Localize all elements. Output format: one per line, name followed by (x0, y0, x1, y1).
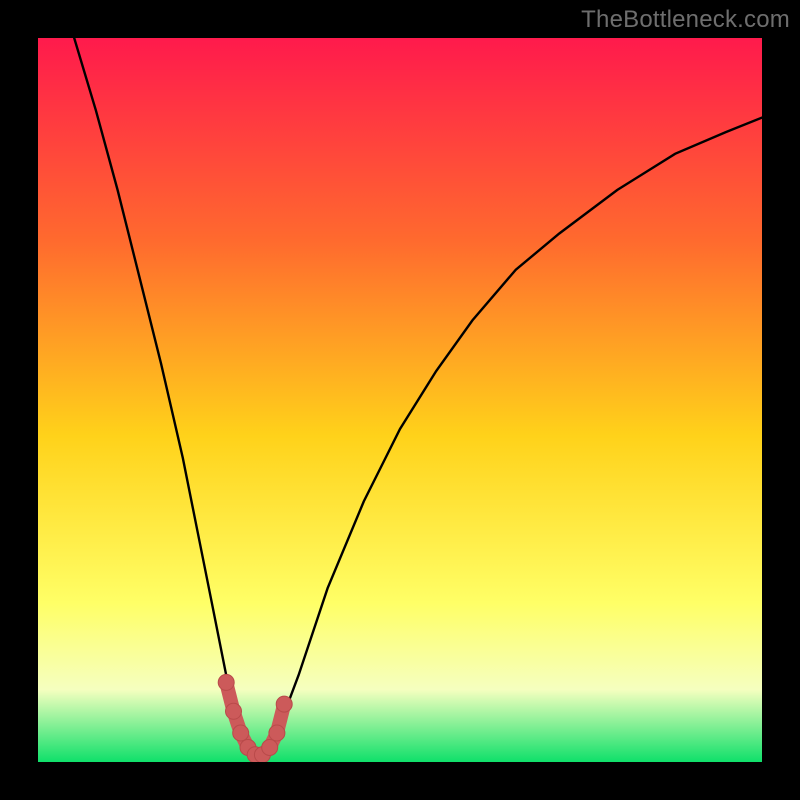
watermark-text: TheBottleneck.com (581, 6, 790, 34)
optimal-marker (218, 674, 234, 690)
optimal-marker (269, 725, 285, 741)
outer-frame: TheBottleneck.com (0, 0, 800, 800)
optimal-marker (262, 740, 278, 756)
chart-svg (38, 38, 762, 762)
gradient-background (38, 38, 762, 762)
optimal-marker (276, 696, 292, 712)
optimal-marker (226, 703, 242, 719)
plot-area (38, 38, 762, 762)
optimal-marker (233, 725, 249, 741)
